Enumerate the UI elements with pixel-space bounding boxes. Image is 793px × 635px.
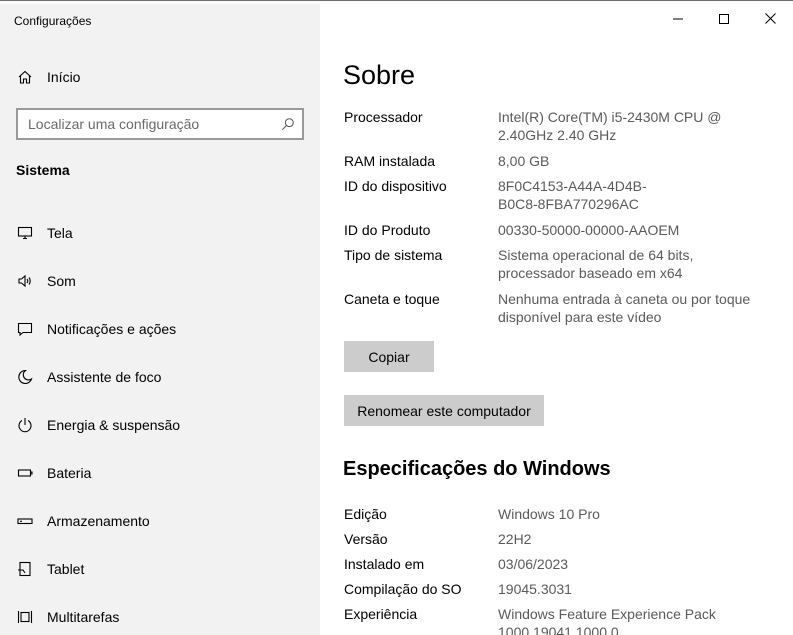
- spec-label: Instalado em: [344, 556, 425, 572]
- spec-value: 8,00 GB: [498, 153, 550, 169]
- close-button[interactable]: [747, 4, 793, 36]
- monitor-icon: [16, 224, 34, 242]
- sidebar-item-label: Bateria: [47, 465, 92, 481]
- window-controls: [655, 4, 793, 36]
- spec-label: Experiência: [344, 606, 418, 622]
- sidebar-item-label: Tablet: [47, 561, 85, 577]
- tablet-icon: [16, 560, 34, 578]
- power-icon: [16, 416, 34, 434]
- spec-label: Compilação do SO: [344, 581, 462, 597]
- sidebar-item-som[interactable]: Som: [0, 257, 320, 305]
- section-title: Sistema: [16, 162, 70, 178]
- spec-value: 19045.3031: [498, 581, 572, 597]
- spec-value: 22H2: [498, 531, 532, 547]
- notification-icon: [16, 320, 34, 338]
- spec-label: Caneta e toque: [344, 291, 440, 307]
- spec-value: 00330-50000-00000-AAOEM: [498, 222, 680, 238]
- sidebar-item-label: Multitarefas: [47, 609, 120, 625]
- sidebar-item-label: Armazenamento: [47, 513, 150, 529]
- sidebar-item-multitarefas[interactable]: Multitarefas: [0, 593, 320, 635]
- home-icon: [16, 68, 34, 86]
- moon-icon: [16, 368, 34, 386]
- sidebar-item-notificacoes[interactable]: Notificações e ações: [0, 305, 320, 353]
- rename-pc-button[interactable]: Renomear este computador: [344, 395, 544, 426]
- spec-value: 03/06/2023: [498, 556, 569, 572]
- page-title: Sobre: [343, 60, 416, 90]
- spec-label: Versão: [344, 531, 388, 547]
- sidebar-item-tela[interactable]: Tela: [0, 209, 320, 257]
- sidebar-item-energia[interactable]: Energia & suspensão: [0, 401, 320, 449]
- sidebar: Configurações Início Sistema Tela: [0, 4, 320, 635]
- sidebar-item-label: Assistente de foco: [47, 369, 162, 385]
- battery-icon: [16, 464, 34, 482]
- sidebar-item-label: Notificações e ações: [47, 321, 177, 337]
- spec-value: Intel(R) Core(TM) i5-2430M CPU @ 2.40GHz…: [498, 109, 722, 143]
- sidebar-item-label: Energia & suspensão: [47, 417, 181, 433]
- spec-label: ID do dispositivo: [344, 178, 447, 194]
- sidebar-item-armazenamento[interactable]: Armazenamento: [0, 497, 320, 545]
- spec-label: RAM instalada: [344, 153, 436, 169]
- spec-value: Windows 10 Pro: [498, 506, 600, 522]
- spec-value: 8F0C4153-A44A-4D4B-B0C8-8FBA770296AC: [498, 178, 647, 212]
- search-input[interactable]: [28, 116, 274, 132]
- sidebar-item-label: Tela: [47, 225, 73, 241]
- spec-label: Edição: [344, 506, 387, 522]
- close-icon: [764, 11, 776, 29]
- copy-button[interactable]: Copiar: [344, 341, 434, 372]
- spec-label: ID do Produto: [344, 222, 431, 238]
- maximize-button[interactable]: [701, 4, 747, 36]
- spec-value: Sistema operacional de 64 bits, processa…: [498, 247, 694, 281]
- app-title: Configurações: [14, 14, 92, 28]
- sidebar-item-bateria[interactable]: Bateria: [0, 449, 320, 497]
- windows-specs-title: Especificações do Windows: [343, 458, 611, 480]
- spec-label: Tipo de sistema: [344, 247, 443, 263]
- sidebar-item-tablet[interactable]: Tablet: [0, 545, 320, 593]
- search-icon[interactable]: [274, 110, 302, 138]
- speaker-icon: [16, 272, 34, 290]
- spec-value: Windows Feature Experience Pack 1000.190…: [498, 606, 716, 635]
- home-nav-item[interactable]: Início: [0, 62, 320, 92]
- minimize-button[interactable]: [655, 4, 701, 36]
- nav-list: Tela Som Notificações e ações Assistente…: [0, 209, 320, 635]
- multitask-icon: [16, 608, 34, 626]
- maximize-icon: [719, 11, 729, 29]
- spec-label: Processador: [344, 109, 423, 125]
- storage-icon: [16, 512, 34, 530]
- search-box[interactable]: [16, 108, 304, 140]
- spec-value: Nenhuma entrada à caneta ou por toque di…: [498, 291, 751, 325]
- sidebar-item-assistente-foco[interactable]: Assistente de foco: [0, 353, 320, 401]
- home-label: Início: [47, 69, 81, 85]
- sidebar-item-label: Som: [47, 273, 76, 289]
- minimize-icon: [673, 11, 683, 29]
